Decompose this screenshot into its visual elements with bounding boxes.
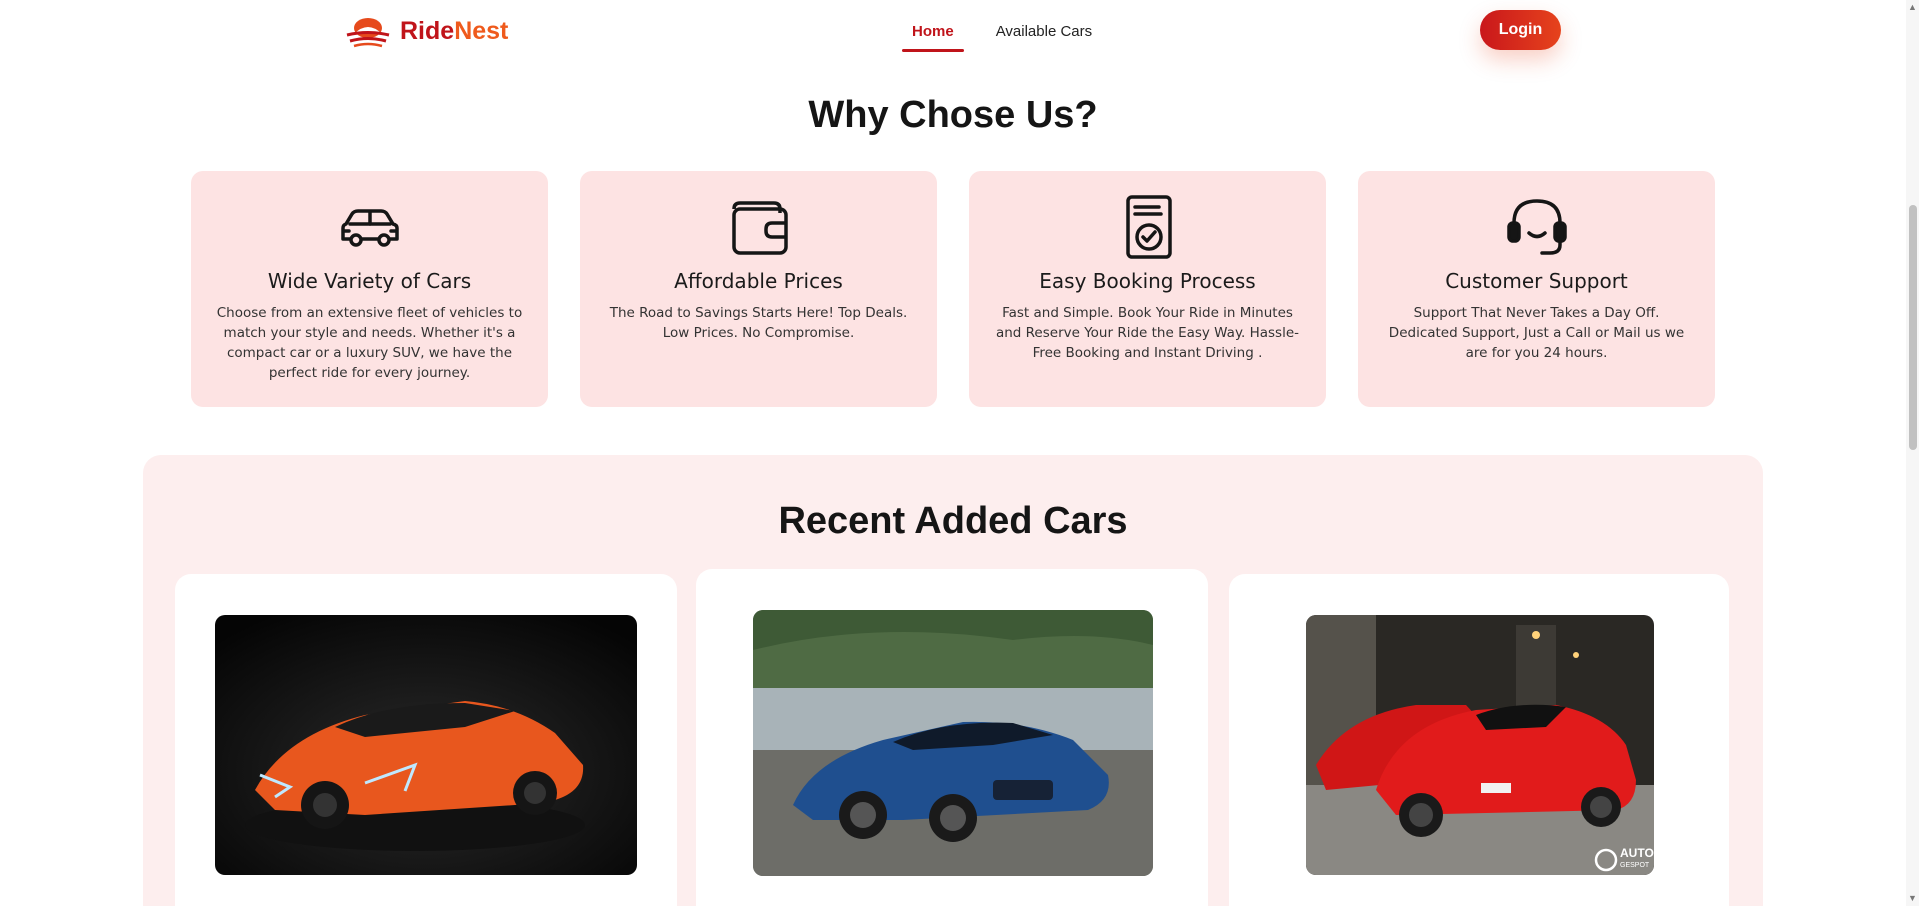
car-image[interactable]	[753, 610, 1153, 876]
wallet-icon	[731, 201, 788, 255]
feature-title: Customer Support	[1445, 269, 1628, 293]
features-grid: Wide Variety of Cars Choose from an exte…	[191, 171, 1716, 407]
navbar: RideNest Home Available Cars Login	[0, 0, 1900, 60]
nav-home-link[interactable]: Home	[900, 17, 966, 52]
brand-name-ride: Ride	[400, 16, 455, 45]
car-card[interactable]	[696, 569, 1208, 906]
login-button[interactable]: Login	[1480, 10, 1561, 50]
car-logo-icon	[346, 18, 390, 48]
brand-logo-link[interactable]: RideNest	[344, 12, 508, 50]
feature-description: Choose from an extensive fleet of vehicl…	[216, 305, 523, 381]
page-scrollbar[interactable]: ▲ ▼	[1906, 0, 1919, 906]
feature-title: Affordable Prices	[674, 269, 843, 293]
scroll-down-icon[interactable]: ▼	[1908, 893, 1917, 903]
document-check-icon	[1125, 195, 1172, 259]
feature-card-variety: Wide Variety of Cars Choose from an exte…	[191, 171, 548, 407]
feature-description: Support That Never Takes a Day Off. Dedi…	[1388, 305, 1685, 361]
car-icon	[340, 209, 399, 247]
nav-available-cars-link[interactable]: Available Cars	[984, 17, 1104, 46]
car-card[interactable]: AUTO GESPOT	[1229, 574, 1729, 906]
headset-icon	[1506, 199, 1567, 255]
why-section-title: Why Chose Us?	[808, 94, 1098, 136]
feature-description: The Road to Savings Starts Here! Top Dea…	[609, 305, 908, 341]
feature-card-support: Customer Support Support That Never Take…	[1358, 171, 1715, 407]
scroll-up-icon[interactable]: ▲	[1908, 2, 1917, 12]
watermark-auto: AUTO	[1620, 846, 1654, 860]
car-image[interactable]: AUTO GESPOT	[1306, 615, 1654, 875]
feature-description: Fast and Simple. Book Your Ride in Minut…	[995, 305, 1300, 361]
recent-cars-title: Recent Added Cars	[778, 500, 1128, 542]
scroll-thumb[interactable]	[1909, 205, 1917, 450]
feature-card-booking: Easy Booking Process Fast and Simple. Bo…	[969, 171, 1326, 407]
brand-name-nest: Nest	[454, 16, 509, 45]
feature-title: Wide Variety of Cars	[267, 269, 472, 293]
main-nav: Home Available Cars	[900, 12, 1104, 52]
feature-card-prices: Affordable Prices The Road to Savings St…	[580, 171, 937, 407]
feature-title: Easy Booking Process	[1039, 269, 1256, 293]
car-card[interactable]	[175, 574, 677, 906]
watermark-gespot: GESPOT	[1620, 862, 1650, 869]
car-image[interactable]	[215, 615, 637, 875]
